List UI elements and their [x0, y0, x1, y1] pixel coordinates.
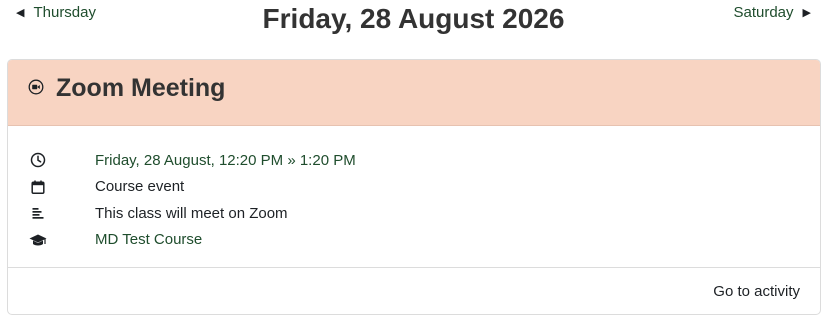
page-title: Friday, 28 August 2026 [262, 3, 565, 34]
description-icon [29, 204, 47, 222]
graduation-cap-icon [29, 231, 47, 249]
event-type-row: Course event [8, 174, 820, 201]
event-description-text: This class will meet on Zoom [95, 204, 288, 222]
next-day-link[interactable]: Saturday ▶ [733, 4, 811, 21]
calendar-icon [29, 178, 47, 196]
event-card-footer: Go to activity [8, 267, 820, 314]
event-title: Zoom Meeting [56, 74, 226, 102]
event-course-row: MD Test Course [8, 227, 820, 254]
triangle-right-icon: ▶ [802, 7, 811, 19]
video-camera-icon [28, 79, 44, 95]
event-type-text: Course event [95, 178, 185, 196]
event-card: Zoom Meeting Friday, 28 August, 12:20 PM… [7, 59, 821, 315]
event-card-header: Zoom Meeting [8, 60, 820, 126]
event-description-row: This class will meet on Zoom [8, 200, 820, 227]
clock-icon [29, 151, 47, 169]
event-time-link[interactable]: Friday, 28 August, 12:20 PM » 1:20 PM [95, 152, 356, 169]
next-day-label: Saturday [733, 4, 794, 21]
course-link[interactable]: MD Test Course [95, 231, 202, 248]
event-details: Friday, 28 August, 12:20 PM » 1:20 PM Co… [8, 126, 820, 253]
go-to-activity-link[interactable]: Go to activity [713, 283, 800, 300]
event-time-row: Friday, 28 August, 12:20 PM » 1:20 PM [8, 147, 820, 174]
